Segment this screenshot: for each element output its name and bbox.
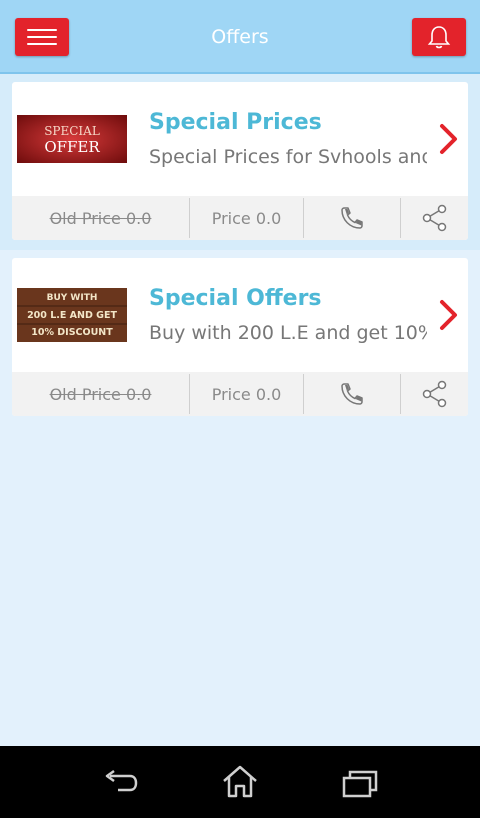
share-button[interactable]: [401, 372, 468, 416]
call-button[interactable]: [304, 196, 400, 240]
share-button[interactable]: [401, 196, 468, 240]
bell-icon: [427, 26, 451, 49]
thumb-text-line3: 10% DISCOUNT: [31, 327, 113, 338]
system-navigation-bar: [0, 746, 480, 818]
thumb-text-line2: OFFER: [44, 138, 100, 156]
old-price: Old Price 0.0: [49, 208, 152, 228]
price: Price 0.0: [211, 208, 282, 228]
recent-apps-icon[interactable]: [340, 768, 380, 800]
price: Price 0.0: [211, 384, 282, 404]
old-price: Old Price 0.0: [49, 384, 152, 404]
offer-description: Special Prices for Svhools and: [149, 146, 427, 168]
share-icon: [422, 380, 446, 408]
share-icon: [422, 204, 446, 232]
offer-title: Special Offers: [149, 286, 322, 311]
chevron-right-icon[interactable]: [437, 298, 461, 332]
offer-description: Buy with 200 L.E and get 10% d: [149, 322, 427, 344]
call-button[interactable]: [304, 372, 400, 416]
back-icon[interactable]: [100, 768, 140, 800]
offer-thumbnail: BUY WITH 200 L.E AND GET 10% DISCOUNT: [17, 288, 127, 342]
offer-title: Special Prices: [149, 110, 322, 135]
thumb-text-line1: BUY WITH: [47, 293, 98, 303]
home-icon[interactable]: [220, 764, 260, 800]
offer-thumbnail: SPECIAL OFFER: [17, 115, 127, 163]
app-header: Offers: [0, 0, 480, 74]
thumb-text-line1: SPECIAL: [44, 124, 100, 138]
chevron-right-icon[interactable]: [437, 122, 461, 156]
page-title: Offers: [211, 26, 269, 48]
offer-card[interactable]: BUY WITH 200 L.E AND GET 10% DISCOUNT Sp…: [12, 258, 468, 416]
notifications-button[interactable]: [412, 18, 466, 56]
phone-icon: [341, 207, 363, 229]
offer-action-bar: Old Price 0.0 Price 0.0: [12, 196, 468, 240]
offer-action-bar: Old Price 0.0 Price 0.0: [12, 372, 468, 416]
offer-card[interactable]: SPECIAL OFFER Special Prices Special Pri…: [12, 82, 468, 240]
phone-icon: [341, 383, 363, 405]
thumb-text-line2: 200 L.E AND GET: [27, 310, 117, 321]
